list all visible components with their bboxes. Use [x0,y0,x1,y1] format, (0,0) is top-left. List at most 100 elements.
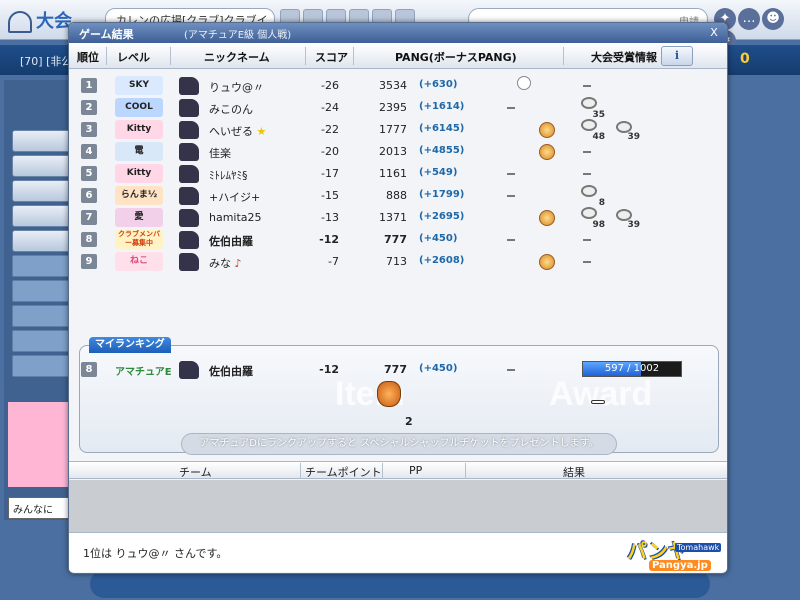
bonus-pang: (+6145) [419,123,465,134]
header-level: レベル [117,51,150,64]
logo-sub: Tomahawk [675,543,722,552]
rank-badge: 2 [81,100,97,115]
award-item-icon: 39 [616,209,640,230]
player-avatar [179,99,199,117]
wing-icon [581,97,597,109]
player-nickname: +ハイジ+ [209,191,261,204]
player-slot[interactable] [12,230,72,252]
header-pang: PANG(ボーナスPANG) [395,51,517,64]
bonus-pang: (+4855) [419,145,465,156]
player-avatar [179,165,199,183]
player-slot[interactable] [12,205,72,227]
result-row[interactable]: 9 ねこ みな ♪ -7 713 (+2608) [69,251,727,273]
header-divider [305,47,306,65]
player-score: -20 [321,145,339,158]
my-nickname: 佐伯由羅 [209,365,253,378]
award-item-icon: 98 [581,207,605,230]
result-row[interactable]: 6 らんま½ +ハイジ+ -15 888 (+1799) 8 [69,185,727,208]
player-avatar [179,187,199,205]
bonus-pang: (+1799) [419,189,465,200]
room-info: [70] [非公 [20,55,73,68]
header-rank: 順位 [77,51,99,64]
result-row[interactable]: 2 COOL みこのん -24 2395 (+1614) 35 [69,97,727,120]
header-divider [382,463,383,479]
result-row[interactable]: 7 愛 hamita25 -13 1371 (+2695) 98 39 [69,207,727,230]
skull-icon[interactable]: ☻ [762,8,784,30]
ring-icon [581,207,597,219]
player-slot-empty[interactable] [12,330,72,352]
player-avatar [179,77,199,95]
header-divider [170,47,171,65]
player-avatar [179,361,199,379]
player-score: -17 [321,167,339,180]
winner-message: 1位は りュウ@〃 さんです。 [83,547,228,560]
my-score: -12 [319,363,339,376]
pangya-logo: パンヤ Tomahawk Pangya.jp [617,535,725,573]
player-pang: 3534 [379,79,407,92]
no-award-dash [583,151,591,153]
level-badge: Kitty [115,164,163,183]
result-table-header: 順位 レベル ニックネーム スコア PANG(ボーナスPANG) 大会受賞情報 … [69,43,727,69]
close-button[interactable]: X [707,26,721,40]
info-button[interactable]: i [661,46,693,66]
my-ranking-tab: マイランキング [89,337,171,353]
rank-badge: 3 [81,122,97,137]
player-pang: 2395 [379,101,407,114]
money-bag-icon [377,381,401,407]
level-badge: 電 [115,142,163,161]
my-level: アマチュアE [115,367,172,378]
rank-badge: 8 [81,362,97,377]
player-slot[interactable] [12,180,72,202]
team-header-team: チーム [179,466,212,479]
ring-icon [581,119,597,131]
header-divider [465,463,466,479]
window-titlebar[interactable]: ゲーム結果 (アマチュアE級 個人戦) X [69,23,727,43]
result-row[interactable]: 4 電 佳楽 -20 2013 (+4855) [69,141,727,163]
player-nickname: ﾐﾄﾚﾑﾔﾐ§ [209,169,248,182]
rank-badge: 7 [81,210,97,225]
result-row[interactable]: 3 Kitty へいぜる ★ -22 1777 (+6145) 48 39 [69,119,727,142]
level-badge: ねこ [115,252,163,271]
coin-icon [539,144,555,160]
award-item-icon: 48 [581,119,605,142]
header-divider [563,47,564,65]
player-score: -22 [321,123,339,136]
result-row[interactable]: 1 SKY りュウ@〃 -26 3534 (+630) [69,75,727,97]
no-item-dash [507,239,515,241]
player-score: -15 [321,189,339,202]
wing-icon [581,185,597,197]
player-slot-empty[interactable] [12,280,72,302]
star-icon: ★ [256,125,267,138]
lobby-logo: 大会 [8,7,72,33]
chat-icon[interactable]: … [738,8,760,30]
player-slot[interactable] [12,130,72,152]
result-row[interactable]: 8 クラブメンバー募集中 佐伯由羅 -12 777 (+450) [69,229,727,251]
result-row[interactable]: 5 Kitty ﾐﾄﾚﾑﾔﾐ§ -17 1161 (+549) [69,163,727,185]
player-slot[interactable] [12,155,72,177]
header-divider [106,47,107,65]
player-score: -26 [321,79,339,92]
nickname-text: みな [209,257,231,270]
player-pang: 1371 [379,211,407,224]
bonus-pang: (+450) [419,233,458,244]
player-nickname: へいぜる ★ [209,123,266,139]
player-slot-empty[interactable] [12,355,72,377]
player-nickname: 佐伯由羅 [209,235,253,248]
player-slot-empty[interactable] [12,255,72,277]
level-badge: Kitty [115,120,163,139]
rank-up-notice: アマチュアDにランクアップすると スペシャルシャッフルチケットをプレゼントします… [181,433,617,455]
player-avatar [179,209,199,227]
player-slot-empty[interactable] [12,305,72,327]
chat-target-select[interactable]: みんなに [8,497,72,519]
award-item-icon: 8 [581,185,605,208]
team-header-pp: PP [409,464,423,477]
team-header-points: チームポイント [305,466,382,479]
game-result-window: ゲーム結果 (アマチュアE級 個人戦) X 順位 レベル ニックネーム スコア … [68,22,728,574]
rank-badge: 5 [81,166,97,181]
logo-url: Pangya.jp [649,560,711,571]
rank-badge: 8 [81,232,97,247]
player-avatar [179,121,199,139]
header-score: スコア [315,51,348,64]
player-pang: 1161 [379,167,407,180]
level-badge: SKY [115,76,163,95]
